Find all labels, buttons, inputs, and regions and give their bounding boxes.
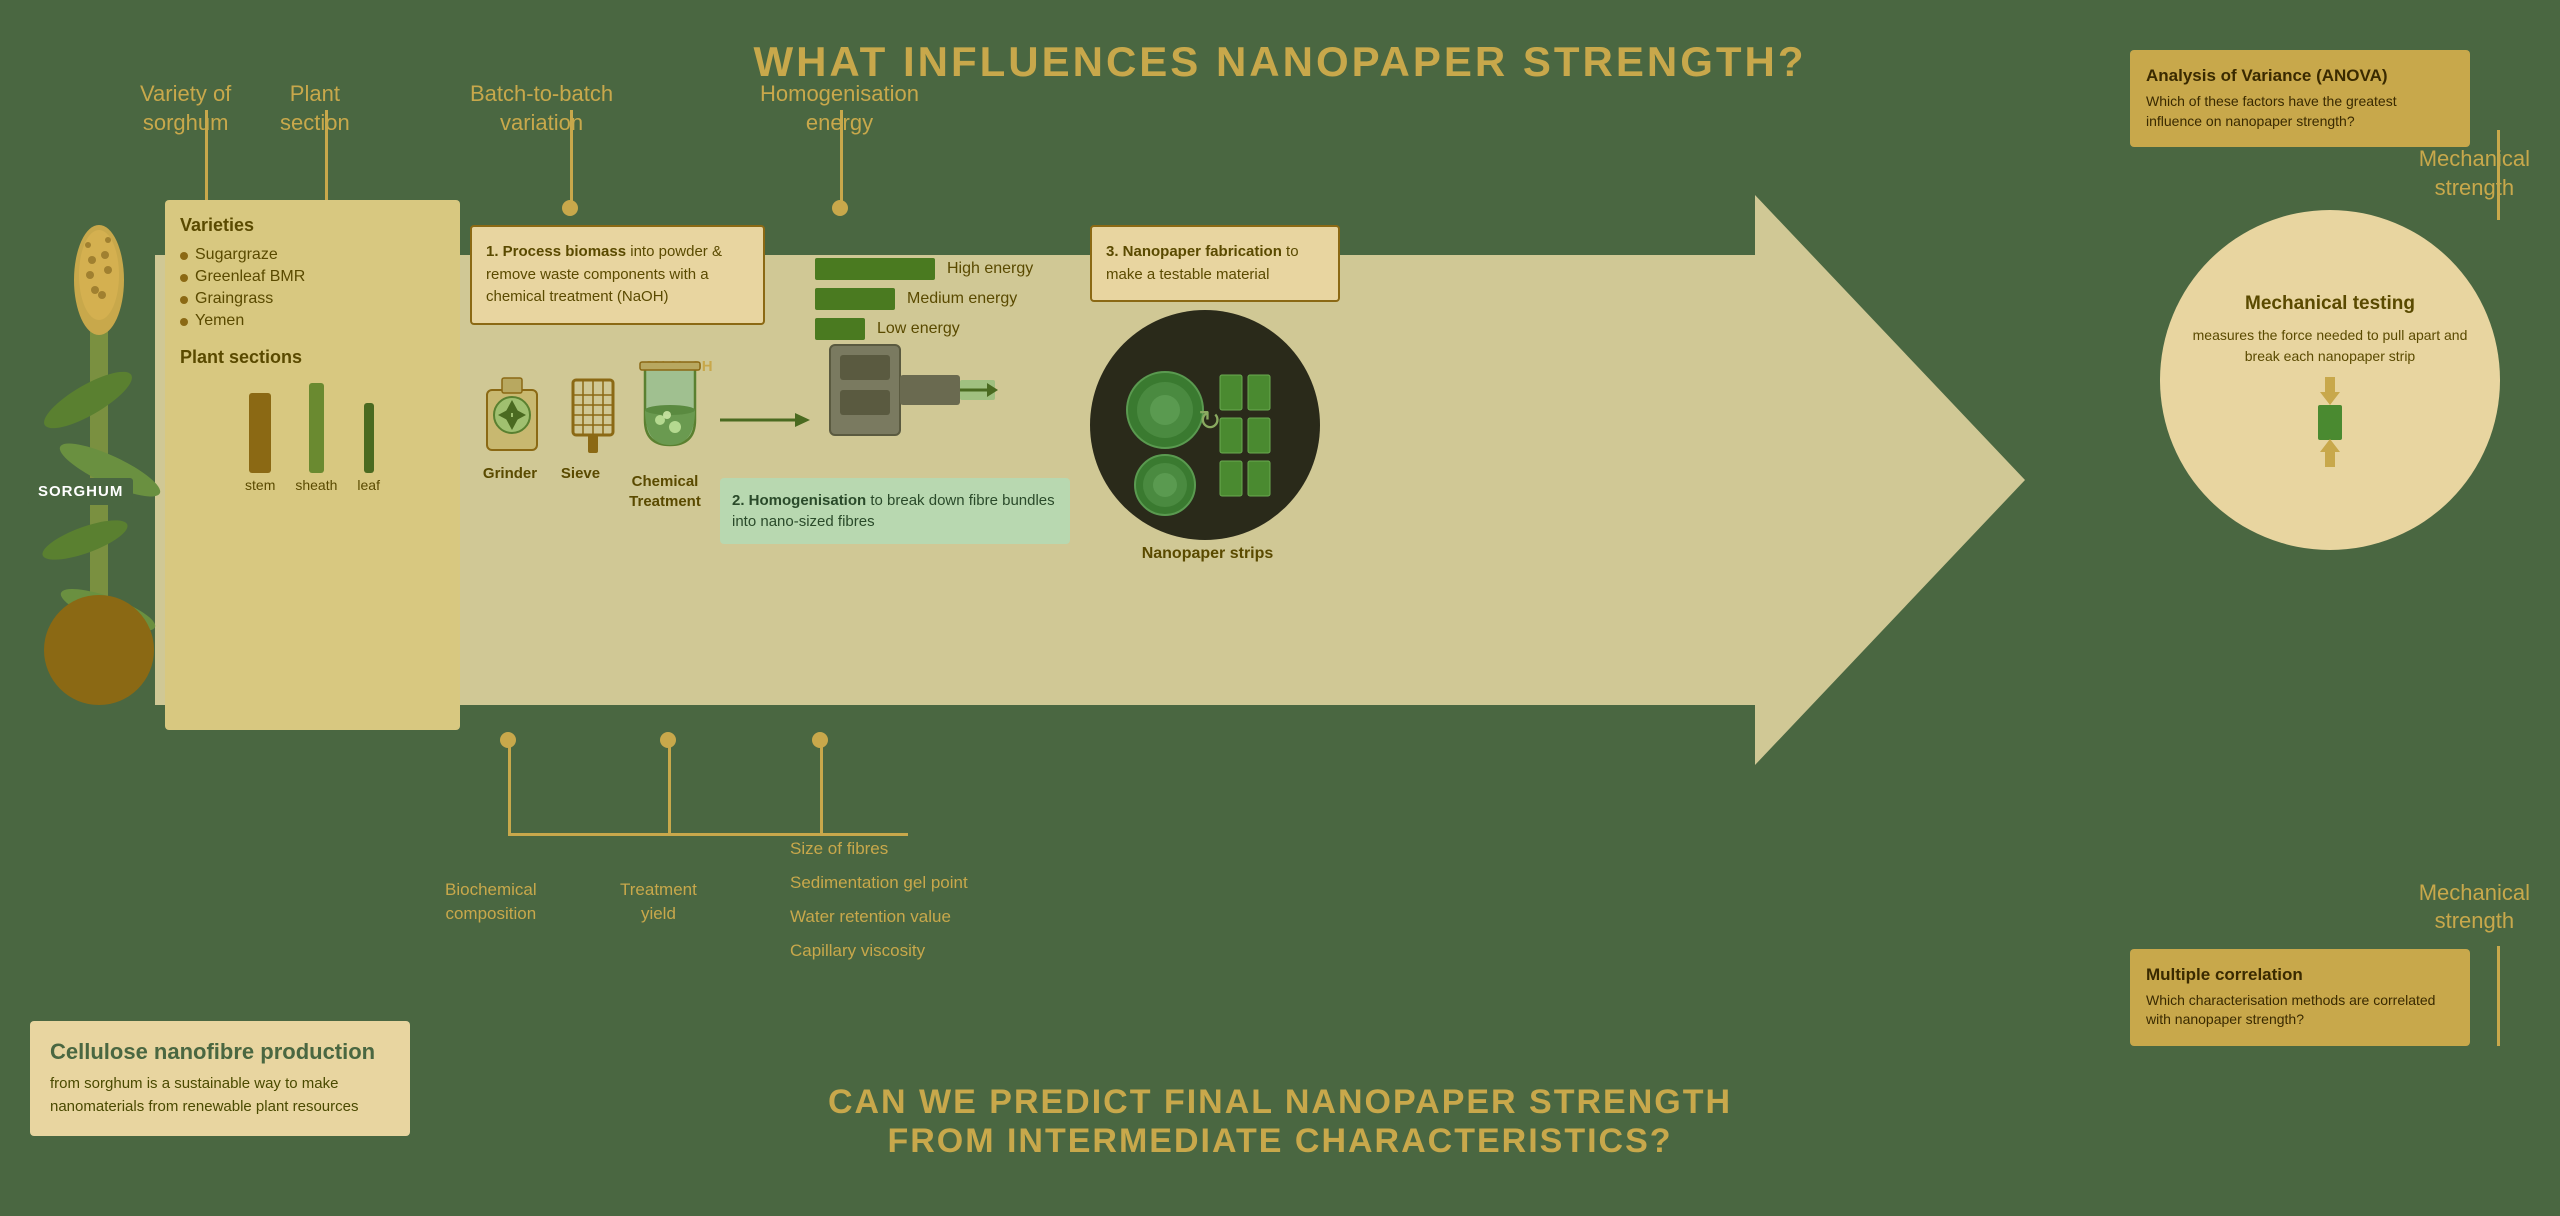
bottom-connector-fibres (820, 746, 823, 836)
label-mech-strength-top: Mechanicalstrength (2419, 145, 2530, 202)
bottom-left-title: Cellulose nanofibre production (50, 1039, 390, 1065)
label-plant-section: Plant section (280, 80, 350, 137)
multiple-correlation-box: Multiple correlation Which characterisat… (2130, 949, 2470, 1046)
sheath-label: sheath (295, 477, 337, 493)
measurement-water: Water retention value (790, 900, 968, 934)
step2-text: 2. Homogenisation to break down fibre bu… (732, 490, 1058, 532)
bottom-question: CAN WE PREDICT FINAL NANOPAPER STRENGTH … (828, 1083, 1732, 1161)
bottom-question-line1: CAN WE PREDICT FINAL NANOPAPER STRENGTH (828, 1083, 1732, 1122)
step2-box: 2. Homogenisation to break down fibre bu… (720, 478, 1070, 544)
bottom-left-text: from sorghum is a sustainable way to mak… (50, 1073, 390, 1118)
energy-high-label: High energy (947, 260, 1033, 278)
leaf-label: leaf (357, 477, 380, 493)
measurement-size: Size of fibres (790, 832, 968, 866)
label-mech-strength-bottom: Mechanicalstrength (2419, 879, 2530, 936)
chemical-treatment-icon (625, 355, 715, 465)
variety-sugargraze: Sugargraze (180, 244, 445, 266)
varieties-title: Varieties (180, 215, 445, 236)
anova-box: Analysis of Variance (ANOVA) Which of th… (2130, 50, 2470, 147)
multicorr-connector-vert (2497, 946, 2500, 1046)
dot-fibres (812, 732, 828, 748)
multicorr-description: Which characterisation methods are corre… (2146, 991, 2454, 1030)
measurement-sedimentation: Sedimentation gel point (790, 866, 968, 900)
energy-medium-label: Medium energy (907, 290, 1017, 308)
energy-high-bar (815, 258, 935, 280)
chemical-treatment-label: Chemical Treatment (620, 472, 710, 511)
label-batch: Batch-to-batch variation (470, 80, 613, 137)
leaf-bar (364, 403, 374, 473)
label-homo-energy: Homogenisation energy (760, 80, 919, 137)
step3-text: 3. Nanopaper fabrication to make a testa… (1106, 241, 1324, 286)
variety-yemen: Yemen (180, 310, 445, 332)
sieve-label: Sieve (553, 465, 608, 482)
dot-biochemical (500, 732, 516, 748)
step1-text: 1. Process biomass into powder & remove … (486, 241, 749, 309)
variety-graingrass: Graingrass (180, 288, 445, 310)
stem-bar (249, 393, 271, 473)
mechanical-testing-circle: Mechanical testing measures the force ne… (2160, 210, 2500, 550)
bottom-connector-treatment (668, 746, 671, 836)
plant-sections-title: Plant sections (180, 347, 445, 368)
bottom-left-box: Cellulose nanofibre production from sorg… (30, 1021, 410, 1136)
nanopaper-content: ↻ (1110, 330, 1300, 520)
bottom-label-biochemical: Biochemicalcomposition (445, 878, 537, 926)
sheath-bar (309, 383, 324, 473)
grinder-label: Grinder (470, 465, 550, 482)
sieve-icon (568, 375, 618, 455)
arrow-chem-to-homo (720, 405, 810, 435)
energy-high: High energy (815, 258, 1033, 280)
bottom-label-treatment-yield: Treatment yield (620, 878, 697, 926)
anova-description: Which of these factors have the greatest… (2146, 92, 2454, 131)
sorghum-section: Varieties Sugargraze Greenleaf BMR Grain… (165, 200, 460, 730)
nanopaper-circle: ↻ (1090, 310, 1320, 540)
sorghum-label: SORGHUM (28, 478, 133, 505)
multicorr-title: Multiple correlation (2146, 965, 2454, 985)
dot-treatment (660, 732, 676, 748)
bottom-connector-biochemical (508, 746, 511, 836)
anova-connector-vert (2497, 130, 2500, 220)
stem-label: stem (245, 477, 275, 493)
main-title: WHAT INFLUENCES NANOPAPER STRENGTH? (753, 38, 1806, 86)
step3-box: 3. Nanopaper fabrication to make a testa… (1090, 225, 1340, 302)
bottom-measurement-labels: Size of fibres Sedimentation gel point W… (790, 832, 968, 968)
grinder-icon (472, 370, 552, 460)
energy-medium-bar (815, 288, 895, 310)
svg-text:↻: ↻ (1198, 405, 1221, 436)
homogeniser-icon (820, 325, 1000, 455)
anova-title: Analysis of Variance (ANOVA) (2146, 66, 2454, 86)
variety-greenleaf: Greenleaf BMR (180, 266, 445, 288)
energy-medium: Medium energy (815, 288, 1033, 310)
step1-box: 1. Process biomass into powder & remove … (470, 225, 765, 325)
stem-section: stem (245, 393, 275, 493)
plant-section-icons: stem sheath leaf (180, 383, 445, 493)
mech-testing-title: Mechanical testing (2245, 293, 2415, 315)
nanopaper-label: Nanopaper strips (1100, 545, 1315, 563)
mech-testing-desc: measures the force needed to pull apart … (2190, 325, 2470, 367)
leaf-section: leaf (357, 403, 380, 493)
measurement-capillary: Capillary viscosity (790, 934, 968, 968)
bottom-question-line2: FROM INTERMEDIATE CHARACTERISTICS? (828, 1122, 1732, 1161)
sheath-section: sheath (295, 383, 337, 493)
test-strip-illustration (2290, 377, 2370, 467)
label-variety: Variety of sorghum (140, 80, 231, 137)
